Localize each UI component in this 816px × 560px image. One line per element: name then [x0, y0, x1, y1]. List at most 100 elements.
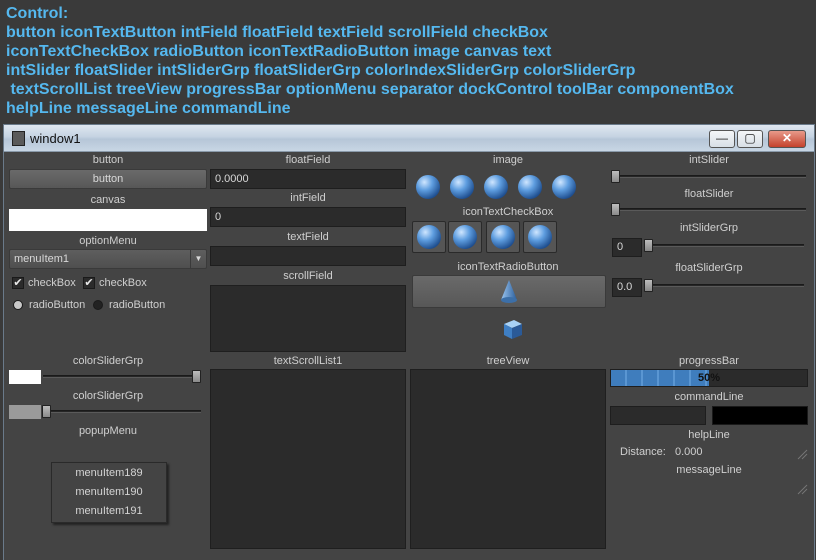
maximize-button[interactable]: ▢: [737, 130, 763, 148]
int-slider-grp-track[interactable]: [646, 244, 804, 247]
helpline-label: helpLine: [688, 429, 730, 441]
icon-text-radio-button[interactable]: [412, 275, 606, 308]
colorslidergrp-1-label: colorSliderGrp: [72, 355, 144, 367]
sphere-icon: [416, 175, 440, 199]
distance-value: 0.000: [675, 446, 703, 458]
int-slider-grp-handle[interactable]: [644, 239, 653, 252]
commandline-label: commandLine: [674, 391, 744, 403]
command-line-result: [712, 406, 808, 425]
color-slider-handle[interactable]: [42, 405, 51, 418]
int-slider-grp-field[interactable]: 0: [612, 238, 642, 257]
tree-view[interactable]: [410, 369, 606, 549]
messageline-label: messageLine: [676, 464, 742, 476]
intfield-label: intField: [290, 192, 326, 204]
icontextradiobutton-label: iconTextRadioButton: [457, 261, 559, 273]
title-bar[interactable]: window1 — ▢ ✕: [4, 125, 814, 152]
progressbar-label: progressBar: [679, 355, 739, 367]
sphere-icon: [518, 175, 542, 199]
int-slider-handle[interactable]: [611, 170, 620, 183]
float-slider-grp-field[interactable]: 0.0: [612, 278, 642, 297]
int-slider-track[interactable]: [612, 175, 806, 178]
progress-bar: 50%: [610, 369, 808, 387]
checkbox-1[interactable]: ✔: [12, 277, 24, 289]
optionmenu-label: optionMenu: [79, 235, 137, 247]
icon-text-checkbox[interactable]: [412, 221, 446, 253]
float-slider-handle[interactable]: [611, 203, 620, 216]
command-line-input[interactable]: [610, 406, 706, 425]
resize-grip-icon[interactable]: [796, 483, 808, 495]
window-title: window1: [30, 131, 81, 146]
sphere-icon: [417, 225, 441, 249]
popupmenu-label: popupMenu: [78, 425, 138, 437]
icontextcheckbox-label: iconTextCheckBox: [462, 206, 554, 218]
button[interactable]: button: [9, 169, 207, 189]
icon-text-checkbox[interactable]: [523, 221, 557, 253]
textscrolllist-label: textScrollList1: [273, 355, 343, 367]
intslider-label: intSlider: [689, 154, 729, 166]
color-swatch: [9, 370, 41, 384]
popup-menu: menuItem189 menuItem190 menuItem191: [51, 462, 167, 523]
checkbox-2-label: checkBox: [99, 277, 147, 289]
sphere-icon: [484, 175, 508, 199]
canvas[interactable]: [9, 209, 207, 231]
header-line: textScrollList treeView progressBar opti…: [6, 81, 734, 98]
cone-icon: [501, 280, 517, 303]
sphere-icon: [453, 225, 477, 249]
colorslidergrp-2-label: colorSliderGrp: [72, 390, 144, 402]
control-list-header: Control: button iconTextButton intField …: [0, 0, 816, 122]
option-menu-value: menuItem1: [14, 253, 70, 265]
popup-menu-item[interactable]: menuItem189: [52, 464, 166, 483]
popup-menu-item[interactable]: menuItem191: [52, 502, 166, 521]
text-field[interactable]: [210, 246, 406, 266]
floatslider-label: floatSlider: [684, 188, 734, 200]
color-slider-track[interactable]: [43, 410, 201, 413]
sphere-icon: [491, 225, 515, 249]
checkbox-1-label: checkBox: [28, 277, 76, 289]
radio-button-1-label: radioButton: [29, 299, 86, 311]
chevron-down-icon: ▼: [190, 250, 206, 268]
icon-text-checkbox[interactable]: [486, 221, 520, 253]
int-field[interactable]: 0: [210, 207, 406, 227]
header-line: Control:: [6, 5, 69, 22]
canvas-label: canvas: [90, 194, 126, 206]
sphere-icon: [450, 175, 474, 199]
radio-button-2-label: radioButton: [109, 299, 166, 311]
button-label: button: [92, 154, 124, 166]
checkbox-2[interactable]: ✔: [83, 277, 95, 289]
scroll-field[interactable]: [210, 285, 406, 352]
icon-text-checkbox[interactable]: [448, 221, 482, 253]
float-slider-grp-track[interactable]: [646, 284, 804, 287]
radio-button-1[interactable]: [13, 300, 23, 310]
floatfield-label: floatField: [285, 154, 331, 166]
header-line: helpLine messageLine commandLine: [6, 100, 291, 117]
header-line: button iconTextButton intField floatFiel…: [6, 24, 548, 41]
float-slider-grp-handle[interactable]: [644, 279, 653, 292]
header-line: intSlider floatSlider intSliderGrp float…: [6, 62, 636, 79]
minimize-button[interactable]: —: [709, 130, 735, 148]
header-line: iconTextCheckBox radioButton iconTextRad…: [6, 43, 552, 60]
treeview-label: treeView: [486, 355, 530, 367]
intslidergrp-label: intSliderGrp: [679, 222, 739, 234]
color-swatch: [9, 405, 41, 419]
popup-menu-item[interactable]: menuItem190: [52, 483, 166, 502]
image-label: image: [493, 154, 523, 166]
close-button[interactable]: ✕: [768, 130, 806, 148]
float-field[interactable]: 0.0000: [210, 169, 406, 189]
window-content: button button canvas optionMenu menuItem…: [4, 153, 814, 560]
cube-icon: [504, 320, 522, 339]
scrollfield-label: scrollField: [283, 270, 333, 282]
text-scroll-list[interactable]: [210, 369, 406, 549]
float-slider-track[interactable]: [612, 208, 806, 211]
floatslidergrp-label: floatSliderGrp: [675, 262, 743, 274]
radio-button-2[interactable]: [93, 300, 103, 310]
color-slider-track[interactable]: [43, 375, 201, 378]
textfield-label: textField: [287, 231, 329, 243]
option-menu[interactable]: menuItem1 ▼: [9, 249, 207, 269]
app-icon: [12, 131, 25, 146]
progress-bar-text: 50%: [697, 372, 721, 384]
sphere-icon: [528, 225, 552, 249]
window: window1 — ▢ ✕ button button canvas optio…: [3, 124, 815, 560]
color-slider-handle[interactable]: [192, 370, 201, 383]
resize-grip-icon[interactable]: [796, 448, 808, 460]
sphere-icon: [552, 175, 576, 199]
